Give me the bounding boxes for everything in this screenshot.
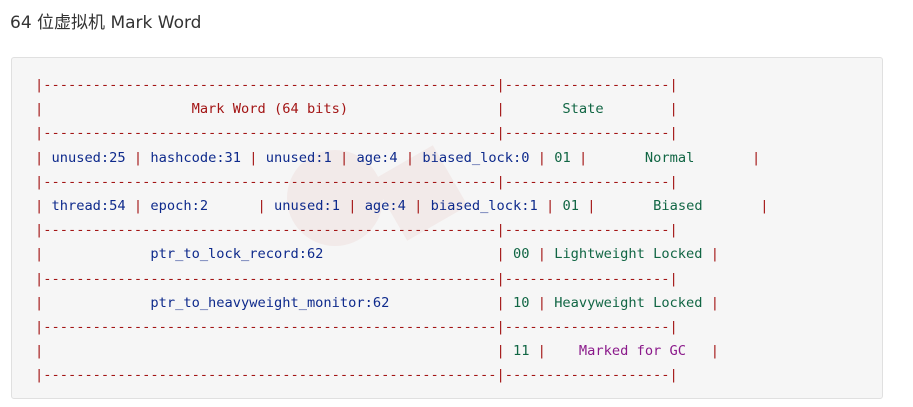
mark-word-header: Mark Word (64 bits) — [191, 101, 349, 118]
field-biased-lock: biased_lock:0 — [422, 149, 530, 166]
field-thread: thread:54 — [51, 198, 126, 215]
lock-bits: 01 — [562, 198, 579, 215]
table-border-bottom: |---------------------------------------… — [35, 367, 678, 384]
lock-bits: 11 — [512, 343, 530, 360]
table-row-lightweight: | ptr_to_lock_record:62 | 00 | Lightweig… — [35, 246, 720, 263]
field-biased-lock: biased_lock:1 — [430, 198, 538, 215]
table-row-heavyweight: | ptr_to_heavyweight_monitor:62 | 10 | H… — [35, 294, 720, 311]
lock-bits: 10 — [512, 294, 530, 311]
state-lightweight-locked: Lightweight Locked — [554, 246, 703, 263]
table-border-top: |---------------------------------------… — [35, 77, 678, 93]
table-border: |---------------------------------------… — [35, 173, 678, 190]
field-hashcode: hashcode:31 — [150, 149, 242, 166]
state-normal: Normal — [644, 149, 695, 166]
table-border: |---------------------------------------… — [35, 270, 678, 287]
table-row-normal: | unused:25 | hashcode:31 | unused:1 | a… — [35, 149, 761, 166]
state-header: State — [562, 101, 604, 118]
field-unused: unused:25 — [51, 149, 126, 166]
state-heavyweight-locked: Heavyweight Locked — [554, 294, 703, 311]
table-border: |---------------------------------------… — [35, 319, 678, 336]
table-header-row: | Mark Word (64 bits) | State | — [35, 101, 678, 118]
lock-bits: 01 — [554, 149, 571, 166]
lock-bits: 00 — [512, 246, 530, 263]
field-ptr-to-lock-record: ptr_to_lock_record:62 — [150, 246, 324, 263]
table-row-gc: | | 11 | Marked for GC | — [35, 343, 719, 360]
field-unused-1: unused:1 — [265, 149, 332, 166]
mark-word-table: |---------------------------------------… — [35, 73, 769, 388]
field-ptr-to-heavyweight-monitor: ptr_to_heavyweight_monitor:62 — [150, 294, 390, 311]
table-row-biased: | thread:54 | epoch:2 | unused:1 | age:4… — [35, 198, 769, 215]
table-border: |---------------------------------------… — [35, 222, 678, 239]
field-age: age:4 — [364, 198, 406, 215]
field-age: age:4 — [356, 149, 398, 166]
field-epoch: epoch:2 — [150, 198, 209, 215]
state-biased: Biased — [653, 198, 703, 215]
state-marked-for-gc: Marked for GC — [578, 343, 687, 360]
field-unused-1: unused:1 — [274, 198, 340, 215]
section-heading: 64 位虚拟机 Mark Word — [10, 13, 202, 33]
table-border: |---------------------------------------… — [35, 125, 678, 142]
